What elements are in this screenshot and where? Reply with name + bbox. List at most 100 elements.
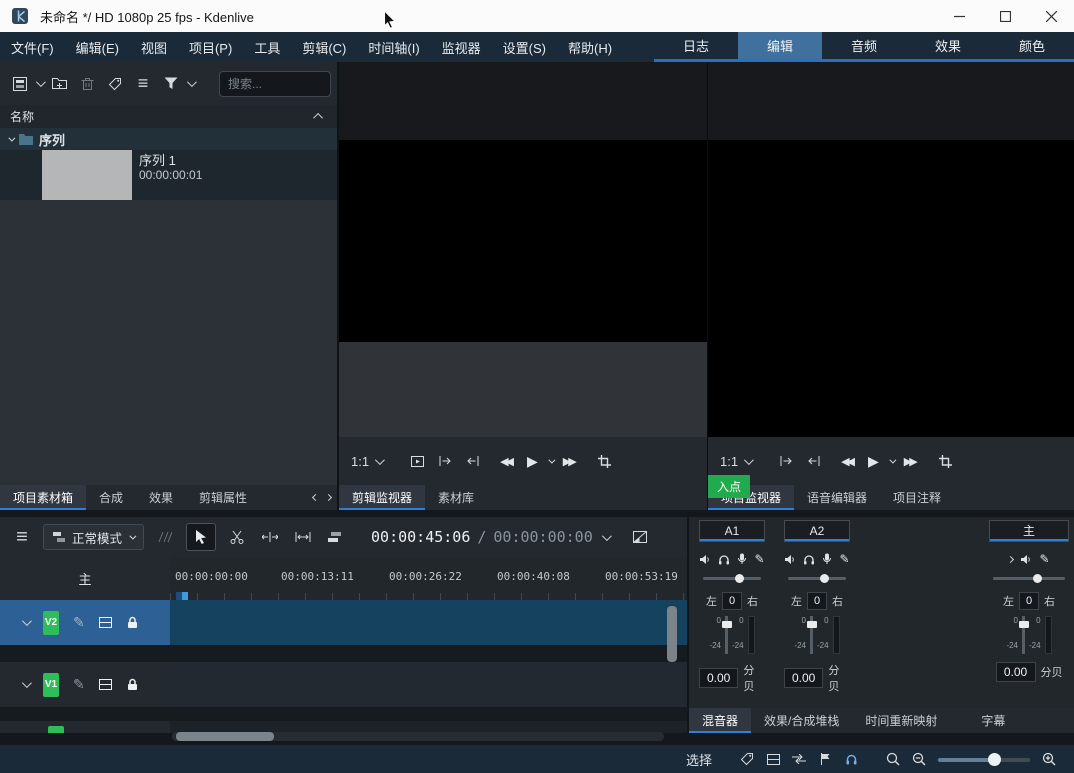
tab-effect-stack[interactable]: 效果/合成堆栈: [751, 708, 852, 733]
razor-tool-button[interactable]: [225, 525, 249, 549]
audio-monitor-icon[interactable]: [838, 746, 864, 772]
collapse-all-icon[interactable]: [313, 113, 323, 123]
slip-tool-button[interactable]: [324, 525, 348, 549]
tag-info-icon[interactable]: [734, 746, 760, 772]
fader-knob[interactable]: [722, 621, 732, 628]
bin-clip-row[interactable]: 序列 1 00:00:00:01: [0, 150, 337, 200]
tab-subtitles[interactable]: 字幕: [968, 708, 1018, 733]
zoom-out-icon[interactable]: [906, 746, 932, 772]
forward-button[interactable]: ▶▶: [563, 455, 574, 468]
track-badge-v2[interactable]: V2: [43, 611, 59, 635]
channel-name-master[interactable]: 主: [989, 520, 1069, 542]
menu-project[interactable]: 项目(P): [178, 32, 243, 62]
tab-project-notes[interactable]: 项目注释: [880, 485, 954, 510]
search-input[interactable]: [219, 71, 331, 97]
menu-view[interactable]: 视图: [130, 32, 178, 62]
record-mic-icon[interactable]: [822, 553, 832, 565]
marker-flag-icon[interactable]: [812, 746, 838, 772]
tab-time-remap[interactable]: 时间重新映射: [852, 708, 950, 733]
track-content-v1[interactable]: [170, 662, 687, 707]
zone-crop-icon[interactable]: [937, 452, 955, 470]
timeline-horizontal-scrollbar[interactable]: [176, 732, 274, 741]
delete-button[interactable]: [75, 72, 99, 96]
monitor-headphone-icon[interactable]: [803, 554, 815, 565]
view-mode-button[interactable]: [8, 72, 32, 96]
channel-name-a1[interactable]: A1: [699, 520, 765, 542]
menu-tools[interactable]: 工具: [243, 32, 291, 62]
fader-knob[interactable]: [1019, 621, 1029, 628]
mute-icon[interactable]: [784, 554, 796, 565]
track-header-v2[interactable]: V2 ✎: [0, 600, 170, 645]
create-folder-button[interactable]: [47, 72, 71, 96]
mute-icon[interactable]: [699, 554, 711, 565]
effects-pencil-icon[interactable]: ✎: [754, 552, 764, 566]
channel-name-a2[interactable]: A2: [784, 520, 850, 542]
ripple-tool-button[interactable]: [291, 525, 315, 549]
snap-toggle-icon[interactable]: [786, 746, 812, 772]
zoom-in-icon[interactable]: [1036, 746, 1062, 772]
tag-button[interactable]: [103, 72, 127, 96]
workspace-tab-color[interactable]: 颜色: [990, 32, 1074, 62]
gain-slider-master[interactable]: [989, 572, 1069, 584]
track-header-v1[interactable]: V1 ✎: [0, 662, 170, 707]
tab-clip-monitor[interactable]: 剪辑监视器: [339, 485, 425, 510]
timeline-ruler[interactable]: 00:00:00:00 00:00:13:11 00:00:26:22 00:0…: [170, 557, 687, 600]
play-dropdown-icon[interactable]: [889, 456, 896, 463]
record-mic-icon[interactable]: [737, 553, 747, 565]
gain-slider-a2[interactable]: [784, 572, 850, 584]
menu-file[interactable]: 文件(F): [0, 32, 65, 62]
pan-value-master[interactable]: 0: [1019, 592, 1039, 610]
tab-media-browser[interactable]: 素材库: [425, 485, 487, 510]
timeline-timecode[interactable]: 00:00:45:06 / 00:00:00:00: [371, 528, 593, 546]
tab-mixer[interactable]: 混音器: [689, 708, 751, 733]
zone-out-icon[interactable]: [464, 452, 482, 470]
pan-value-a1[interactable]: 0: [722, 592, 742, 610]
track-thumbnails-icon[interactable]: [99, 617, 112, 628]
tab-clip-properties[interactable]: 剪辑属性: [186, 485, 260, 510]
playhead-marker[interactable]: [182, 592, 188, 600]
zoom-slider-knob[interactable]: [988, 753, 1001, 766]
effects-pencil-icon[interactable]: ✎: [839, 552, 849, 566]
timeline-menu-button[interactable]: ≡: [10, 525, 34, 549]
fader-a1[interactable]: 0-24 0-24: [699, 616, 765, 656]
menu-monitor[interactable]: 监视器: [431, 32, 492, 62]
fader-knob[interactable]: [807, 621, 817, 628]
track-edit-icon[interactable]: ✎: [73, 614, 85, 631]
folder-expand-icon[interactable]: [8, 134, 15, 141]
zone-out-icon[interactable]: [805, 452, 823, 470]
track-collapse-icon[interactable]: [22, 616, 32, 626]
filter-button[interactable]: [159, 72, 183, 96]
effects-pencil-icon[interactable]: ✎: [1039, 552, 1049, 566]
db-value-a2[interactable]: 0.00: [784, 668, 823, 688]
fader-a2[interactable]: 0-24 0-24: [784, 616, 850, 656]
track-edit-icon[interactable]: ✎: [73, 676, 85, 693]
workspace-tab-audio[interactable]: 音频: [822, 32, 906, 62]
track-lock-icon[interactable]: [126, 616, 139, 629]
zone-in-icon[interactable]: [436, 452, 454, 470]
maximize-button[interactable]: [982, 0, 1028, 32]
mute-icon[interactable]: [1020, 554, 1032, 565]
db-value-a1[interactable]: 0.00: [699, 668, 738, 688]
track-badge-a1[interactable]: [48, 726, 64, 733]
menu-edit[interactable]: 编辑(E): [65, 32, 130, 62]
dock-separator[interactable]: [0, 510, 1074, 517]
clip-monitor-video[interactable]: [339, 140, 707, 342]
play-button[interactable]: ▶: [868, 453, 879, 470]
track-badge-v1[interactable]: V1: [43, 673, 59, 697]
view-mode-dropdown-icon[interactable]: [36, 77, 46, 87]
bin-folder-row[interactable]: 序列: [0, 128, 337, 150]
close-button[interactable]: [1028, 0, 1074, 32]
track-header-a1[interactable]: [0, 721, 170, 733]
track-thumbnails-icon[interactable]: [99, 679, 112, 690]
project-monitor-zoom-select[interactable]: 1:1: [720, 454, 751, 469]
menu-settings[interactable]: 设置(S): [492, 32, 557, 62]
thumbnails-toggle-icon[interactable]: [760, 746, 786, 772]
track-content-v2[interactable]: [170, 600, 687, 645]
spacer-tool-button[interactable]: [258, 525, 282, 549]
menu-timeline[interactable]: 时间轴(I): [357, 32, 430, 62]
menu-help[interactable]: 帮助(H): [557, 32, 623, 62]
timeline-zoom-slider[interactable]: [938, 753, 1030, 766]
timeline-vertical-scrollbar[interactable]: [667, 606, 677, 662]
timecode-dropdown-icon[interactable]: [602, 531, 612, 541]
zoom-fit-icon[interactable]: [880, 746, 906, 772]
